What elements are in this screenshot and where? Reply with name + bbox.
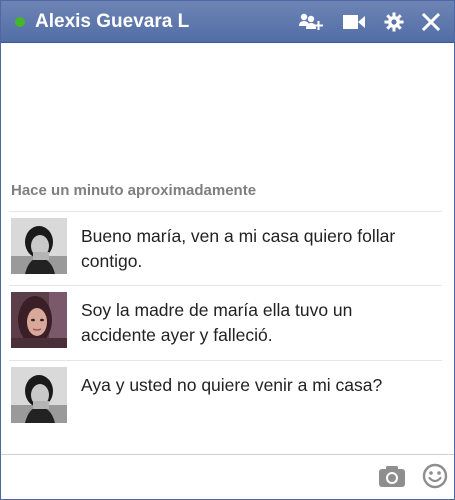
video-call-icon[interactable] xyxy=(342,10,366,34)
chat-title[interactable]: Alexis Guevara L xyxy=(35,11,298,33)
sender-avatar[interactable] xyxy=(11,292,67,348)
close-icon[interactable] xyxy=(422,10,440,34)
chat-footer xyxy=(1,454,454,499)
divider xyxy=(9,360,442,361)
message-row: Aya y usted no quiere venir a mi casa? xyxy=(11,367,442,433)
header-actions xyxy=(298,10,440,34)
sender-avatar[interactable] xyxy=(11,218,67,274)
add-friends-icon[interactable] xyxy=(298,10,324,34)
sender-avatar[interactable] xyxy=(11,367,67,423)
online-status-dot xyxy=(15,16,25,27)
message-text: Bueno maría, ven a mi casa quiero follar… xyxy=(81,226,396,271)
divider xyxy=(9,211,442,212)
emoji-icon[interactable] xyxy=(422,462,448,490)
message-text: Soy la madre de maría ella tuvo un accid… xyxy=(81,300,353,345)
camera-icon[interactable] xyxy=(378,462,406,490)
message-timestamp: Hace un minuto aproximadamente xyxy=(11,182,257,199)
chat-window: Alexis Guevara L Hace un minuto aproxima… xyxy=(0,0,455,500)
divider xyxy=(9,285,442,286)
message-text: Aya y usted no quiere venir a mi casa? xyxy=(81,375,383,395)
settings-gear-icon[interactable] xyxy=(384,10,404,34)
message-row: Soy la madre de maría ella tuvo un accid… xyxy=(11,292,442,358)
chat-header[interactable]: Alexis Guevara L xyxy=(1,1,454,43)
message-row: Bueno maría, ven a mi casa quiero follar… xyxy=(11,218,442,284)
